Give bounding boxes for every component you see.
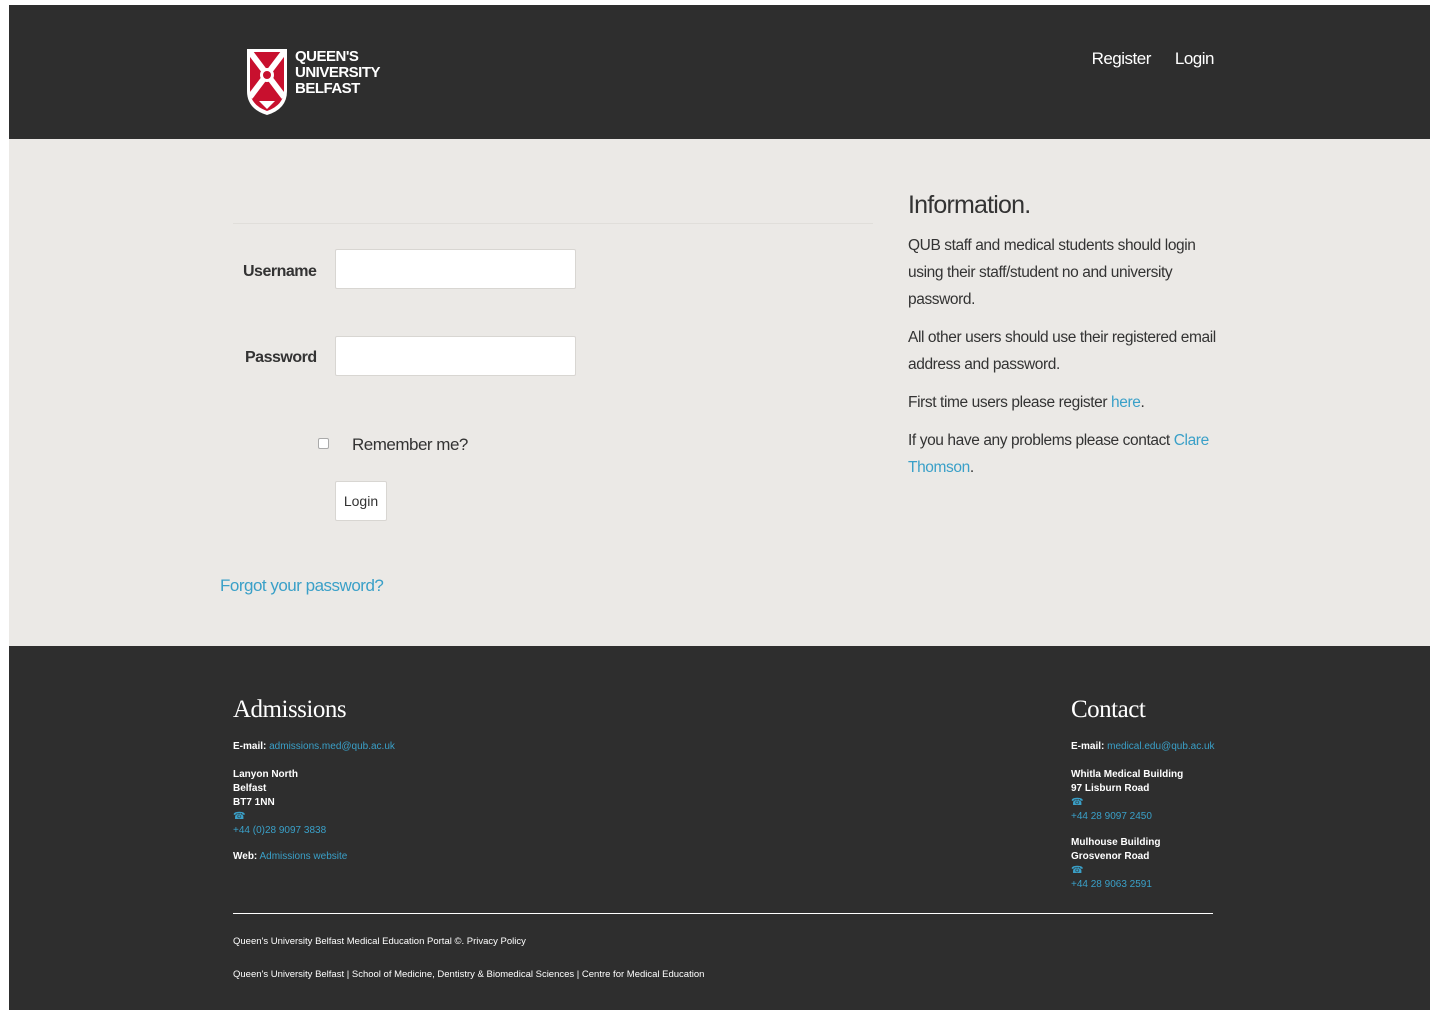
username-input[interactable] <box>335 249 576 289</box>
phone-icon: ☎ <box>1071 865 1084 876</box>
top-nav: Register Login <box>1092 49 1215 69</box>
contact-heading: Contact <box>1071 696 1146 723</box>
main-content: Username Password Remember me? Login For… <box>9 139 1430 646</box>
top-header: QUEEN'S UNIVERSITY BELFAST Register Logi… <box>9 5 1430 139</box>
contact-building-1: Whitla Medical Building 97 Lisburn Road … <box>1071 768 1271 824</box>
university-logo[interactable]: QUEEN'S UNIVERSITY BELFAST <box>245 45 405 121</box>
phone-icon: ☎ <box>233 811 246 822</box>
contact-phone-2-link[interactable]: +44 28 9063 2591 <box>1071 879 1152 890</box>
remember-me-checkbox[interactable] <box>318 438 329 449</box>
phone-icon: ☎ <box>1071 797 1084 808</box>
page: QUEEN'S UNIVERSITY BELFAST Register Logi… <box>9 5 1430 1010</box>
logo-wordmark: QUEEN'S UNIVERSITY BELFAST <box>295 48 381 97</box>
admissions-website-link[interactable]: Admissions website <box>260 851 348 862</box>
register-link[interactable]: Register <box>1092 49 1152 69</box>
admissions-details: E-mail: admissions.med@qub.ac.uk Lanyon … <box>233 740 533 864</box>
footer-legal-line-2[interactable]: Queen's University Belfast | School of M… <box>233 969 704 980</box>
admissions-address: Lanyon North Belfast BT7 1NN ☎ +44 (0)28 … <box>233 768 533 838</box>
username-label: Username <box>243 263 317 280</box>
contact-building-2: Mulhouse Building Grosvenor Road ☎ +44 28… <box>1071 836 1271 892</box>
information-title: Information. <box>908 191 1031 219</box>
forgot-password-link[interactable]: Forgot your password? <box>220 576 384 596</box>
information-contact-text: If you have any problems please contact … <box>908 432 1209 476</box>
contact-email-link[interactable]: medical.edu@qub.ac.uk <box>1107 741 1214 752</box>
remember-me-label: Remember me? <box>352 435 468 454</box>
password-input[interactable] <box>335 336 576 376</box>
form-divider <box>233 223 873 224</box>
contact-phone-1-link[interactable]: +44 28 9097 2450 <box>1071 811 1152 822</box>
admissions-heading: Admissions <box>233 696 347 723</box>
footer: Admissions E-mail: admissions.med@qub.ac… <box>9 646 1430 1010</box>
password-label: Password <box>245 349 317 366</box>
information-staff-text: QUB staff and medical students should lo… <box>908 237 1196 308</box>
admissions-email-link[interactable]: admissions.med@qub.ac.uk <box>269 741 395 752</box>
login-link[interactable]: Login <box>1175 49 1215 69</box>
admissions-phone-link[interactable]: +44 (0)28 9097 3838 <box>233 825 326 836</box>
register-here-link[interactable]: here <box>1111 394 1141 411</box>
information-panel: Information. QUB staff and medical stude… <box>908 191 1224 492</box>
information-other-users-text: All other users should use their registe… <box>908 329 1216 373</box>
crest-icon <box>247 49 287 115</box>
contact-details: E-mail: medical.edu@qub.ac.uk Whitla Med… <box>1071 740 1271 904</box>
login-button[interactable]: Login <box>335 481 387 521</box>
footer-legal-line-1[interactable]: Queen's University Belfast Medical Educa… <box>233 936 526 947</box>
information-register-text: First time users please register here. <box>908 394 1145 411</box>
footer-divider <box>233 913 1213 914</box>
